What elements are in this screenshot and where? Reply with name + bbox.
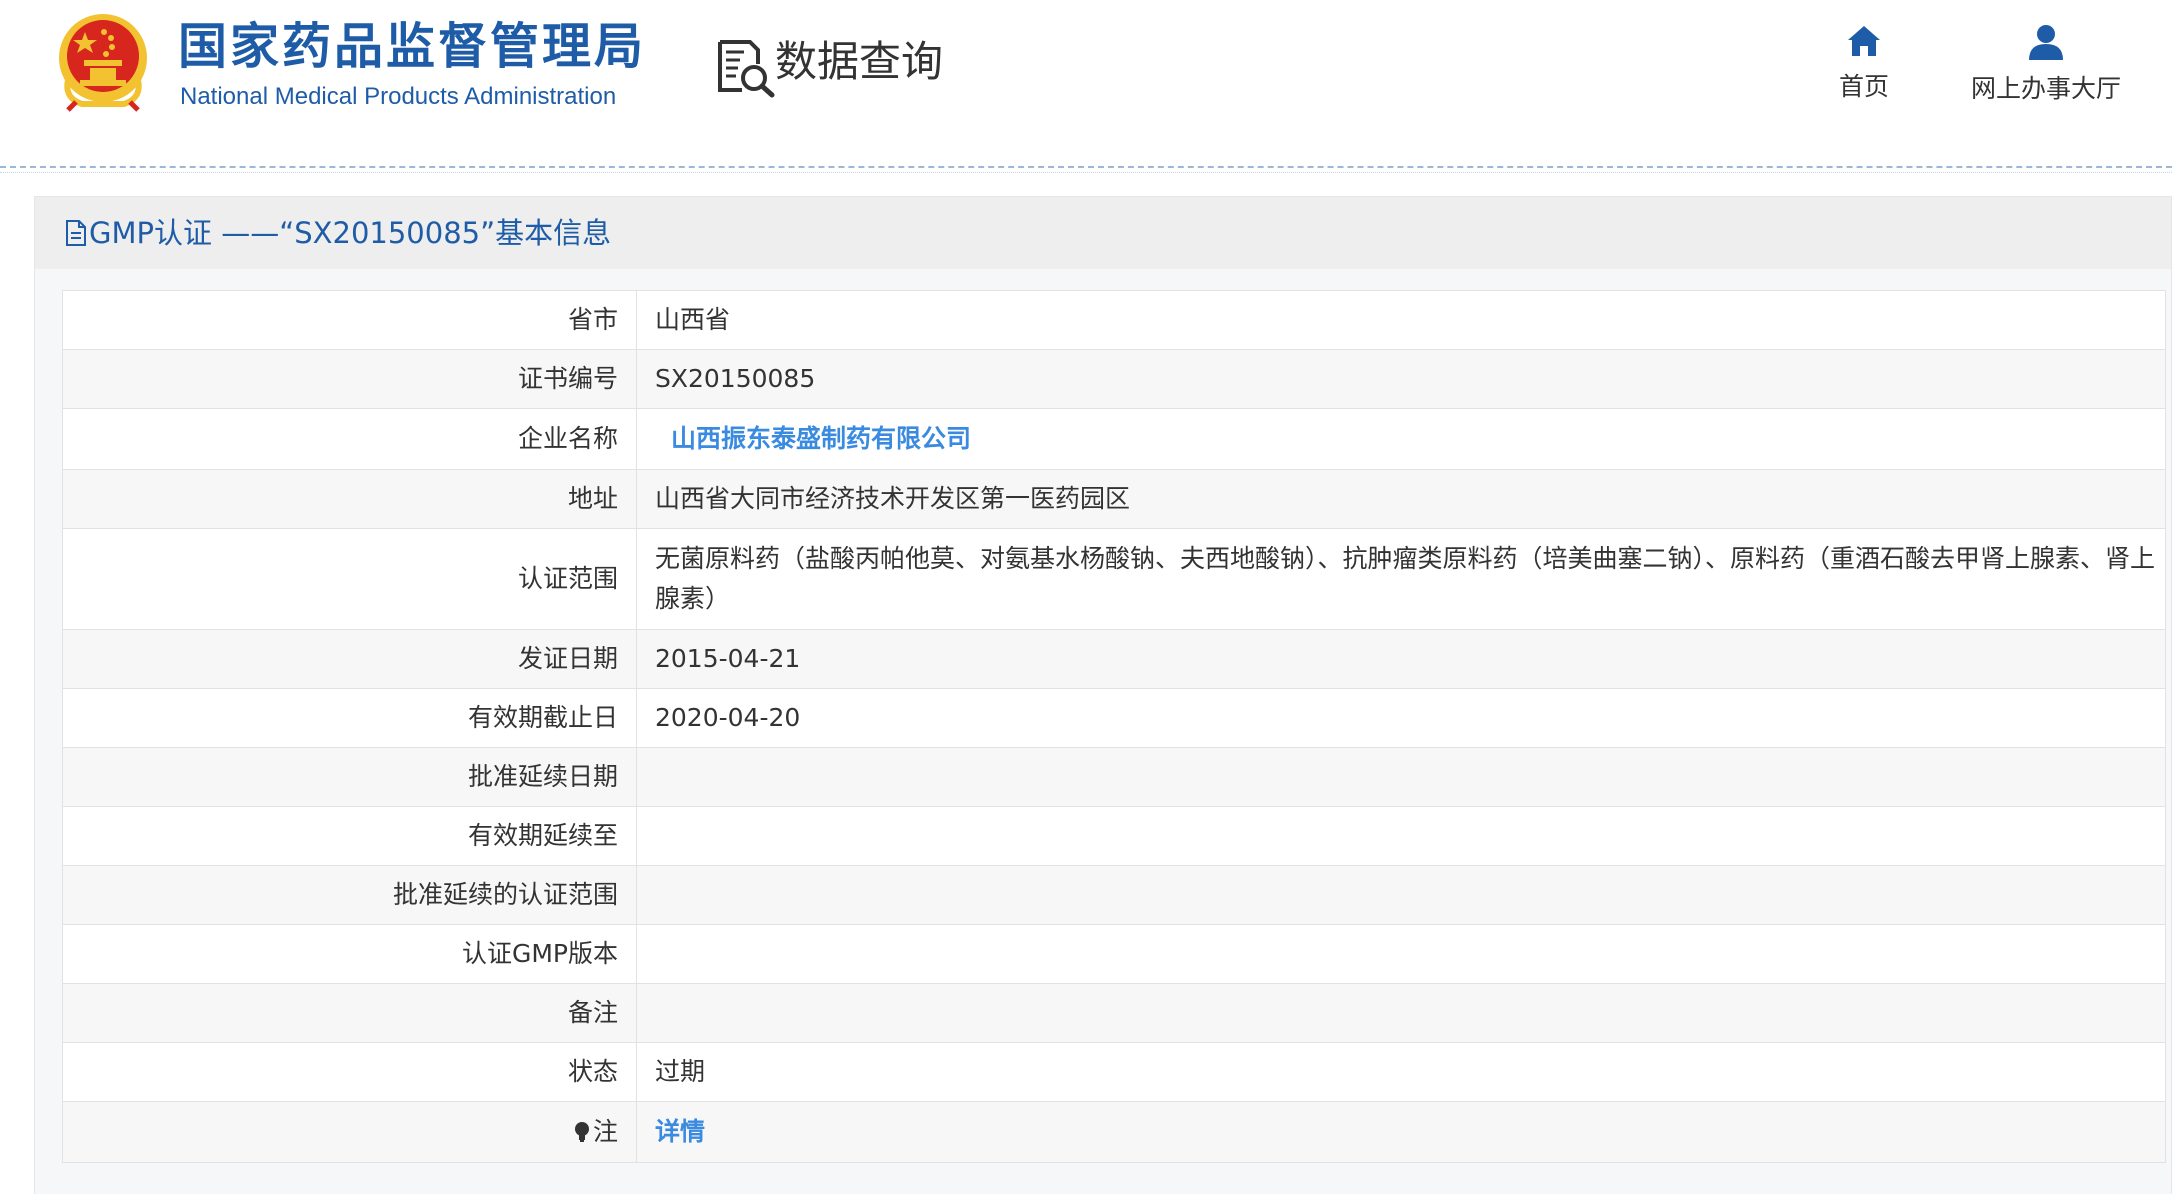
row-value [636, 924, 2166, 984]
status-value: 过期 [636, 1042, 2166, 1102]
row-label: 认证GMP版本 [62, 924, 637, 984]
site-title-en[interactable]: National Medical Products Administration [180, 82, 616, 112]
page: 国家药品监督管理局 National Medical Products Admi… [0, 0, 2172, 1194]
panel-header: GMP认证 ——“SX20150085”基本信息 [35, 197, 2171, 269]
data-query-icon [718, 40, 775, 98]
row-value-cell: 详情 [636, 1101, 2166, 1163]
row-label: 有效期截止日 [62, 688, 637, 748]
row-value: 2015-04-21 [636, 629, 2166, 689]
table-row: 状态 过期 [62, 1042, 2166, 1102]
table-row: 证书编号 SX20150085 [62, 349, 2166, 409]
info-table: 省市 山西省 证书编号 SX20150085 企业名称 山西振东泰盛制药有限公司… [62, 290, 2166, 1163]
row-label: 批准延续日期 [62, 747, 637, 807]
user-icon [2029, 25, 2063, 60]
table-row: 注 详情 [62, 1101, 2166, 1163]
row-value [636, 983, 2166, 1043]
row-label: 发证日期 [62, 629, 637, 689]
row-label: 企业名称 [62, 408, 637, 470]
detail-link[interactable]: 详情 [655, 1117, 705, 1146]
row-label: 批准延续的认证范围 [62, 865, 637, 925]
row-value: 2020-04-20 [636, 688, 2166, 748]
row-label: 证书编号 [62, 349, 637, 409]
table-row: 有效期截止日 2020-04-20 [62, 688, 2166, 748]
row-value: SX20150085 [636, 349, 2166, 409]
row-label: 状态 [62, 1042, 637, 1102]
table-row: 地址 山西省大同市经济技术开发区第一医药园区 [62, 469, 2166, 529]
table-row: 备注 [62, 983, 2166, 1043]
row-value: 山西省大同市经济技术开发区第一医药园区 [636, 469, 2166, 529]
site-title-cn[interactable]: 国家药品监督管理局 [178, 16, 646, 78]
table-row: 批准延续的认证范围 [62, 865, 2166, 925]
table-row: 发证日期 2015-04-21 [62, 629, 2166, 689]
row-label: 地址 [62, 469, 637, 529]
table-row: 批准延续日期 [62, 747, 2166, 807]
row-label: 省市 [62, 290, 637, 350]
table-row: 认证范围 无菌原料药（盐酸丙帕他莫、对氨基水杨酸钠、夫西地酸钠）、抗肿瘤类原料药… [62, 528, 2166, 630]
nav-online-hall-label[interactable]: 网上办事大厅 [1966, 74, 2126, 104]
table-row: 企业名称 山西振东泰盛制药有限公司 [62, 408, 2166, 470]
row-value: 山西省 [636, 290, 2166, 350]
home-icon [1848, 26, 1880, 56]
row-value-cell: 山西振东泰盛制药有限公司 [636, 408, 2166, 470]
row-label: 认证范围 [62, 528, 637, 630]
company-name-link[interactable]: 山西振东泰盛制药有限公司 [655, 424, 971, 453]
table-row: 省市 山西省 [62, 290, 2166, 350]
row-label: 备注 [62, 983, 637, 1043]
national-emblem-icon[interactable] [54, 10, 152, 112]
data-query-title: 数据查询 [775, 37, 944, 86]
row-label: 有效期延续至 [62, 806, 637, 866]
row-value [636, 806, 2166, 866]
row-value [636, 865, 2166, 925]
header-divider-secondary [0, 172, 2172, 173]
header-divider [0, 166, 2172, 168]
nav-online-hall[interactable]: 网上办事大厅 [1966, 24, 2126, 104]
row-value [636, 747, 2166, 807]
panel-title-text: GMP认证 ——“SX20150085”基本信息 [89, 216, 612, 250]
lightbulb-icon [574, 1122, 589, 1142]
panel-title: GMP认证 ——“SX20150085”基本信息 [65, 213, 611, 253]
nav-home[interactable]: 首页 [1836, 24, 1892, 102]
row-label-note: 注 [62, 1101, 637, 1163]
note-label: 注 [592, 1117, 618, 1146]
row-value: 无菌原料药（盐酸丙帕他莫、对氨基水杨酸钠、夫西地酸钠）、抗肿瘤类原料药（培美曲塞… [636, 528, 2166, 630]
table-row: 有效期延续至 [62, 806, 2166, 866]
document-icon [66, 220, 86, 246]
nav-home-label[interactable]: 首页 [1836, 72, 1892, 102]
site-header: 国家药品监督管理局 National Medical Products Admi… [0, 0, 2172, 166]
table-row: 认证GMP版本 [62, 924, 2166, 984]
